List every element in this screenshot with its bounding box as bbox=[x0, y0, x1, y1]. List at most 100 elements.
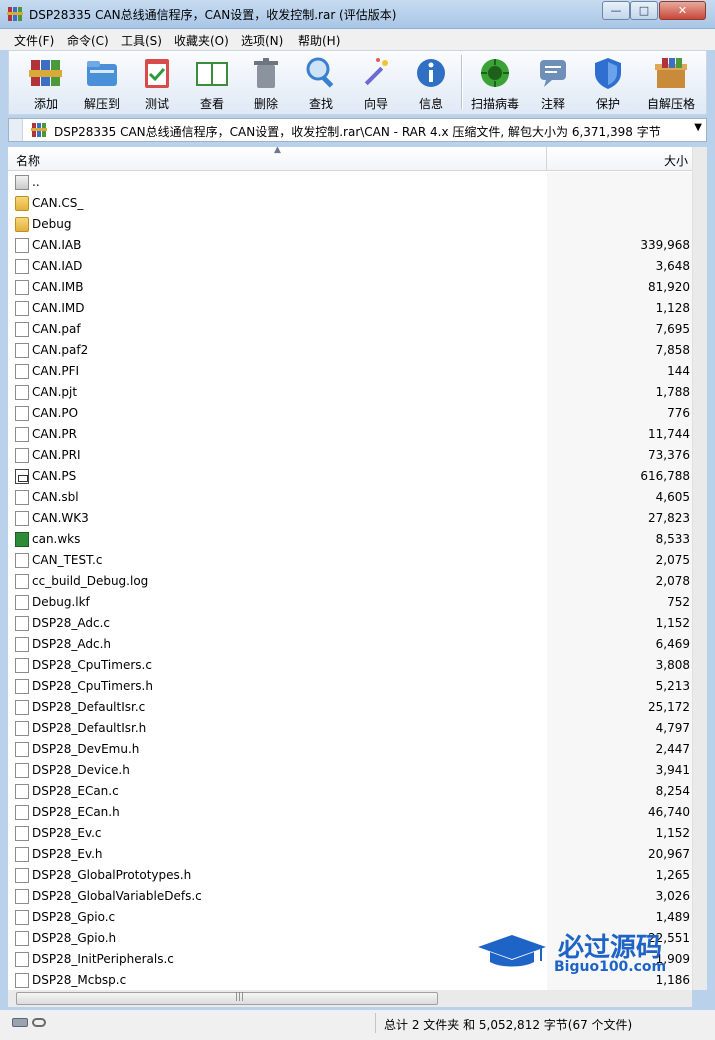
file-row[interactable]: CAN.PRI 73,376 bbox=[8, 445, 692, 466]
file-row[interactable]: DSP28_DefaultIsr.h 4,797 bbox=[8, 718, 692, 739]
file-icon bbox=[15, 763, 29, 778]
graduation-cap-icon bbox=[478, 935, 546, 967]
file-name: .. bbox=[32, 175, 40, 189]
file-icon bbox=[15, 238, 29, 253]
list-header: 名称 ▲ 大小 bbox=[8, 147, 692, 171]
file-row[interactable]: cc_build_Debug.log 2,078 bbox=[8, 571, 692, 592]
file-size: 752 bbox=[667, 595, 690, 609]
address-bar[interactable]: DSP28335 CAN总线通信程序，CAN设置，收发控制.rar\CAN - … bbox=[8, 118, 707, 142]
file-icon bbox=[15, 427, 29, 442]
file-row[interactable]: can.wks 8,533 bbox=[8, 529, 692, 550]
column-name-header[interactable]: 名称 bbox=[16, 152, 40, 169]
file-icon bbox=[15, 616, 29, 631]
parent-folder-row[interactable]: .. bbox=[8, 172, 692, 193]
file-row[interactable]: CAN.pjt 1,788 bbox=[8, 382, 692, 403]
menu-favorites[interactable]: 收藏夹(O) bbox=[174, 32, 229, 49]
path-dropdown-icon[interactable]: ▼ bbox=[694, 122, 702, 133]
file-row[interactable]: CAN.PO 776 bbox=[8, 403, 692, 424]
menu-file[interactable]: 文件(F) bbox=[14, 32, 54, 49]
file-row[interactable]: CAN.PFI 144 bbox=[8, 361, 692, 382]
file-name: DSP28_Ev.h bbox=[32, 847, 103, 861]
file-name: CAN.IAB bbox=[32, 238, 82, 252]
file-row[interactable]: CAN.paf 7,695 bbox=[8, 319, 692, 340]
file-row[interactable]: CAN_TEST.c 2,075 bbox=[8, 550, 692, 571]
drive-icon[interactable] bbox=[12, 1018, 28, 1027]
scan-virus-button[interactable]: 扫描病毒 bbox=[467, 53, 523, 113]
menu-commands[interactable]: 命令(C) bbox=[67, 32, 109, 49]
file-row[interactable]: DSP28_ECan.c 8,254 bbox=[8, 781, 692, 802]
menu-tools[interactable]: 工具(S) bbox=[121, 32, 162, 49]
test-icon bbox=[145, 59, 169, 88]
vertical-scrollbar[interactable] bbox=[692, 147, 707, 990]
path-up-handle[interactable] bbox=[9, 119, 23, 141]
minimize-button[interactable]: — bbox=[602, 1, 630, 20]
maximize-button[interactable]: □ bbox=[630, 1, 658, 20]
delete-button[interactable]: 删除 bbox=[238, 53, 294, 113]
comment-button[interactable]: 注释 bbox=[525, 53, 581, 113]
file-row[interactable]: CAN.PS 616,788 bbox=[8, 466, 692, 487]
file-row[interactable]: DSP28_GlobalVariableDefs.c 3,026 bbox=[8, 886, 692, 907]
sfx-button[interactable]: 自解压格 bbox=[643, 53, 699, 113]
file-size: 339,968 bbox=[640, 238, 690, 252]
file-row[interactable]: DSP28_Adc.h 6,469 bbox=[8, 634, 692, 655]
file-row[interactable]: CAN.IAB 339,968 bbox=[8, 235, 692, 256]
menu-options[interactable]: 选项(N) bbox=[241, 32, 283, 49]
file-row[interactable]: DSP28_CpuTimers.h 5,213 bbox=[8, 676, 692, 697]
folder-row[interactable]: CAN.CS_ bbox=[8, 193, 692, 214]
file-name: DSP28_Adc.h bbox=[32, 637, 111, 651]
add-label: 添加 bbox=[33, 97, 58, 111]
info-button[interactable]: 信息 bbox=[403, 53, 459, 113]
test-button[interactable]: 测试 bbox=[129, 53, 185, 113]
file-size: 1,788 bbox=[655, 385, 690, 399]
folder-row[interactable]: Debug bbox=[8, 214, 692, 235]
menu-help[interactable]: 帮助(H) bbox=[298, 32, 340, 49]
file-row[interactable]: CAN.IAD 3,648 bbox=[8, 256, 692, 277]
status-icons bbox=[12, 1016, 48, 1030]
file-icon bbox=[15, 637, 29, 652]
file-row[interactable]: DSP28_ECan.h 46,740 bbox=[8, 802, 692, 823]
file-row[interactable]: CAN.IMD 1,128 bbox=[8, 298, 692, 319]
key-icon[interactable] bbox=[32, 1018, 46, 1027]
file-row[interactable]: DSP28_Ev.c 1,152 bbox=[8, 823, 692, 844]
file-name: CAN.PFI bbox=[32, 364, 80, 378]
file-row[interactable]: CAN.PR 11,744 bbox=[8, 424, 692, 445]
protect-label: 保护 bbox=[595, 97, 620, 111]
file-row[interactable]: DSP28_Ev.h 20,967 bbox=[8, 844, 692, 865]
horizontal-scrollbar[interactable]: ||| bbox=[8, 990, 692, 1007]
watermark-subtitle: Biguo100.com bbox=[554, 959, 667, 975]
protect-button[interactable]: 保护 bbox=[580, 53, 636, 113]
info-label: 信息 bbox=[418, 97, 443, 111]
horizontal-scroll-thumb[interactable]: ||| bbox=[16, 992, 438, 1005]
file-row[interactable]: CAN.sbl 4,605 bbox=[8, 487, 692, 508]
file-row[interactable]: CAN.IMB 81,920 bbox=[8, 277, 692, 298]
wizard-button[interactable]: 向导 bbox=[348, 53, 404, 113]
file-row[interactable]: DSP28_DefaultIsr.c 25,172 bbox=[8, 697, 692, 718]
file-row[interactable]: CAN.paf2 7,858 bbox=[8, 340, 692, 361]
file-name: Debug.lkf bbox=[32, 595, 90, 609]
add-button[interactable]: 添加 bbox=[18, 53, 74, 113]
info-icon bbox=[417, 59, 445, 87]
file-row[interactable]: DSP28_Adc.c 1,152 bbox=[8, 613, 692, 634]
file-size: 6,469 bbox=[655, 637, 690, 651]
file-row[interactable]: CAN.WK3 27,823 bbox=[8, 508, 692, 529]
sort-ascending-icon: ▲ bbox=[274, 147, 281, 155]
file-row[interactable]: DSP28_Device.h 3,941 bbox=[8, 760, 692, 781]
test-label: 测试 bbox=[144, 97, 169, 111]
column-size-header[interactable]: 大小 bbox=[664, 152, 688, 169]
file-row[interactable]: DSP28_GlobalPrototypes.h 1,265 bbox=[8, 865, 692, 886]
file-row[interactable]: Debug.lkf 752 bbox=[8, 592, 692, 613]
scan-virus-icon bbox=[481, 59, 509, 87]
view-button[interactable]: 查看 bbox=[184, 53, 240, 113]
find-button[interactable]: 查找 bbox=[293, 53, 349, 113]
file-icon bbox=[15, 301, 29, 316]
file-icon bbox=[15, 343, 29, 358]
file-name: CAN.PO bbox=[32, 406, 79, 420]
file-name: DSP28_DefaultIsr.h bbox=[32, 721, 147, 735]
column-divider[interactable] bbox=[546, 147, 547, 171]
status-bar: 总计 2 文件夹 和 5,052,812 字节(67 个文件) bbox=[0, 1010, 715, 1040]
file-row[interactable]: DSP28_DevEmu.h 2,447 bbox=[8, 739, 692, 760]
file-row[interactable]: DSP28_CpuTimers.c 3,808 bbox=[8, 655, 692, 676]
file-size: 616,788 bbox=[640, 469, 690, 483]
close-button[interactable]: ✕ bbox=[659, 1, 706, 20]
extract-to-button[interactable]: 解压到 bbox=[74, 53, 130, 113]
